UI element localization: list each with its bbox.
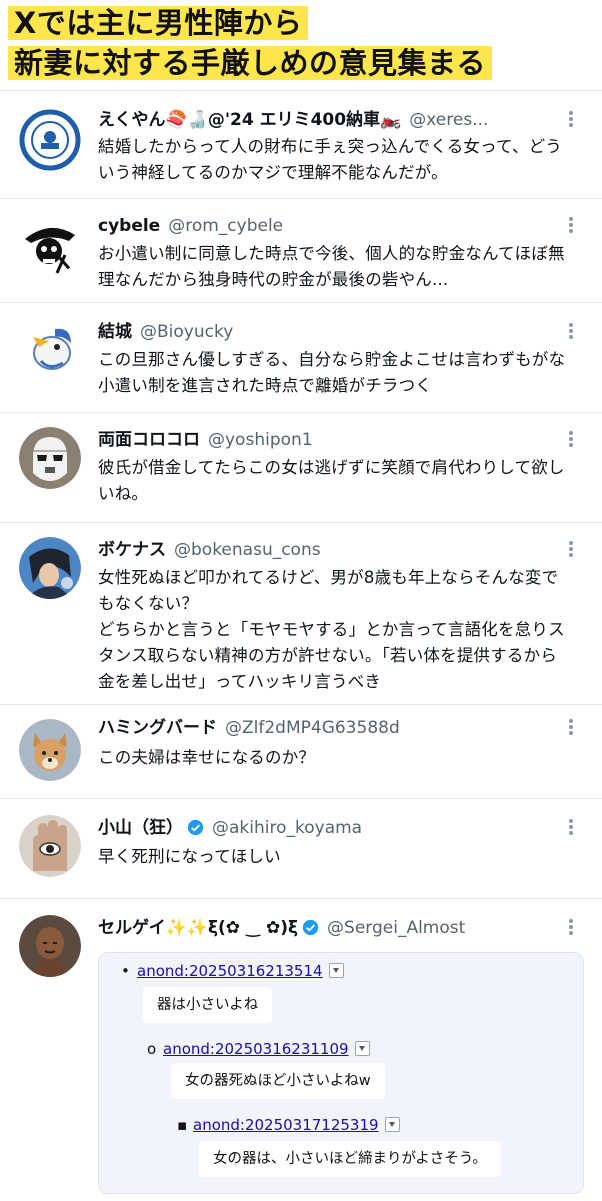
display-name[interactable]: 両面コロコロ	[98, 430, 200, 450]
display-name[interactable]: cybele	[98, 216, 160, 236]
dropdown-icon[interactable]	[384, 1117, 400, 1132]
list-bullet: o	[147, 1040, 157, 1058]
post-text-line: 彼氏が借金してたらこの女は逃げずに笑顔で肩代わりして欲し	[98, 458, 565, 477]
post-text-line: 理なんだから独身時代の貯金が最後の砦やん...	[98, 270, 449, 289]
more-options-icon[interactable]	[564, 817, 578, 839]
anond-link[interactable]: anond:20250317125319	[193, 1116, 379, 1134]
post-text-line: いね。	[98, 484, 149, 503]
display-name[interactable]: セルゲイ✨✨ξ(✿ ‿ ✿)ξ	[98, 918, 298, 938]
post-text-line: 早く死刑になってほしい	[98, 847, 281, 866]
post-text: この夫婦は幸せになるのか？	[98, 745, 590, 771]
bird-character-avatar[interactable]	[19, 317, 81, 379]
display-name[interactable]: ハミングバード	[98, 718, 217, 738]
user-handle[interactable]: @bokenasu_cons	[174, 540, 321, 560]
post-header: えくやん🍣🍶@'24 エリミ400納車🏍️ @xeres...	[98, 107, 562, 133]
more-options-icon[interactable]	[564, 429, 578, 451]
post[interactable]: ハミングバード @Zlf2dMP4G63588d この夫婦は幸せになるのか？	[0, 704, 602, 799]
post-text-line: 小遣い制を進言された時点で離婚がチラつく	[98, 376, 432, 395]
dropdown-icon[interactable]	[328, 963, 344, 978]
post[interactable]: ボケナス @bokenasu_cons 女性死ぬほど叩かれてるけど、男が8歳も年上…	[0, 522, 602, 705]
stormtrooper-helmet-avatar[interactable]	[19, 427, 81, 489]
post-text-line: 女性死ぬほど叩かれてるけど、男が8歳も年上ならそんな変で	[98, 568, 559, 587]
post[interactable]: cybele @rom_cybele お小遣い制に同意した時点で今後、個人的な貯金…	[0, 198, 602, 303]
more-options-icon[interactable]	[564, 321, 578, 343]
post-header: 小山（狂） @akihiro_koyama	[98, 815, 562, 841]
user-handle[interactable]: @yoshipon1	[208, 430, 313, 450]
list-bullet: ▪	[177, 1116, 188, 1134]
post[interactable]: 結城 @Bioyucky この旦那さん優しすぎる、自分なら貯金よこせは言わずもがな…	[0, 302, 602, 413]
post-header: ボケナス @bokenasu_cons	[98, 537, 562, 563]
dropdown-icon[interactable]	[354, 1041, 370, 1056]
post-text: 早く死刑になってほしい	[98, 844, 590, 870]
post-text: 彼氏が借金してたらこの女は逃げずに笑顔で肩代わりして欲し いね。	[98, 455, 590, 507]
user-handle[interactable]: @Sergei_Almost	[327, 918, 465, 938]
thread-entry-1: • anond:20250316213514	[121, 961, 344, 981]
display-name[interactable]: 結城	[98, 322, 132, 342]
post-text: お小遣い制に同意した時点で今後、個人的な貯金なんてほぼ無 理なんだから独身時代の…	[98, 241, 590, 293]
headline-line-1: Xでは主に男性陣から	[8, 6, 309, 40]
post-text: 女性死ぬほど叩かれてるけど、男が8歳も年上ならそんな変で もなくない？ どちらか…	[98, 565, 590, 695]
post[interactable]: 両面コロコロ @yoshipon1 彼氏が借金してたらこの女は逃げずに笑顔で肩代わ…	[0, 412, 602, 523]
more-options-icon[interactable]	[564, 917, 578, 939]
post-text: 結婚したからって人の財布に手ぇ突っ込んでくる女って、どう いう神経してるのかマジ…	[98, 134, 590, 186]
post-text-line: この旦那さん優しすぎる、自分なら貯金よこせは言わずもがな	[98, 350, 566, 369]
post[interactable]: 小山（狂） @akihiro_koyama 早く死刑になってほしい	[0, 798, 602, 899]
display-name[interactable]: ボケナス	[98, 540, 166, 560]
anime-character-avatar[interactable]	[19, 537, 81, 599]
post[interactable]: えくやん🍣🍶@'24 エリミ400納車🏍️ @xeres... 結婚したからって人…	[0, 90, 602, 199]
user-handle[interactable]: @xeres...	[409, 110, 488, 130]
display-name[interactable]: えくやん🍣🍶@'24 エリミ400納車🏍️	[98, 110, 401, 130]
user-handle[interactable]: @rom_cybele	[168, 216, 283, 236]
user-handle[interactable]: @Bioyucky	[140, 322, 233, 342]
post-text-line: いう神経してるのかマジで理解不能なんだが。	[98, 163, 448, 182]
post-header: cybele @rom_cybele	[98, 213, 562, 239]
anond-link[interactable]: anond:20250316213514	[137, 962, 323, 980]
post-text-line: どちらかと言うと「モヤモヤする」とか言って言語化を怠りス	[98, 620, 565, 639]
post-text-line: お小遣い制に同意した時点で今後、個人的な貯金なんてほぼ無	[98, 244, 565, 263]
anond-link[interactable]: anond:20250316231109	[163, 1040, 349, 1058]
post-header: セルゲイ✨✨ξ(✿ ‿ ✿)ξ @Sergei_Almost	[98, 915, 562, 941]
list-bullet: •	[121, 962, 130, 980]
post-text-line: タンス取らない精神の方が許せない。「若い体を提供するから	[98, 646, 558, 665]
thread-entry-2: o anond:20250316231109	[147, 1039, 370, 1059]
post-text: この旦那さん優しすぎる、自分なら貯金よこせは言わずもがな 小遣い制を進言された時…	[98, 347, 590, 399]
user-handle[interactable]: @akihiro_koyama	[212, 818, 362, 838]
more-options-icon[interactable]	[564, 109, 578, 131]
post-header: ハミングバード @Zlf2dMP4G63588d	[98, 715, 562, 741]
verified-badge-icon	[302, 918, 319, 941]
pirate-skull-avatar[interactable]	[19, 213, 81, 275]
headline-banner: Xでは主に男性陣から 新妻に対する手厳しめの意見集まる	[0, 0, 602, 88]
hand-eye-avatar[interactable]	[19, 815, 81, 877]
post-text-line: 金を差し出せ」ってハッキリ言うべき	[98, 672, 382, 691]
post-header: 結城 @Bioyucky	[98, 319, 562, 345]
thread-message: 女の器死ぬほど小さいよねw	[171, 1063, 385, 1099]
more-options-icon[interactable]	[564, 717, 578, 739]
verified-badge-icon	[187, 818, 204, 841]
more-options-icon[interactable]	[564, 215, 578, 237]
post-text-line: この夫婦は幸せになるのか？	[98, 748, 316, 767]
bald-man-avatar[interactable]	[19, 915, 81, 977]
thread-message: 女の器は、小さいほど締まりがよさそう。	[199, 1141, 501, 1177]
dog-avatar[interactable]	[19, 719, 81, 781]
post-text-line: もなくない？	[98, 594, 199, 613]
thread-entry-3: ▪ anond:20250317125319	[177, 1115, 400, 1135]
more-options-icon[interactable]	[564, 539, 578, 561]
display-name[interactable]: 小山（狂）	[98, 818, 183, 838]
post-header: 両面コロコロ @yoshipon1	[98, 427, 562, 453]
quoted-thread-image[interactable]: • anond:20250316213514 器は小さいよね o anond:202…	[98, 952, 584, 1194]
user-handle[interactable]: @Zlf2dMP4G63588d	[225, 718, 400, 738]
robot-emblem-avatar[interactable]	[19, 109, 81, 171]
thread-message: 器は小さいよね	[143, 987, 273, 1023]
post-text-line: 結婚したからって人の財布に手ぇ突っ込んでくる女って、どう	[98, 137, 562, 156]
headline-line-2: 新妻に対する手厳しめの意見集まる	[8, 46, 493, 80]
